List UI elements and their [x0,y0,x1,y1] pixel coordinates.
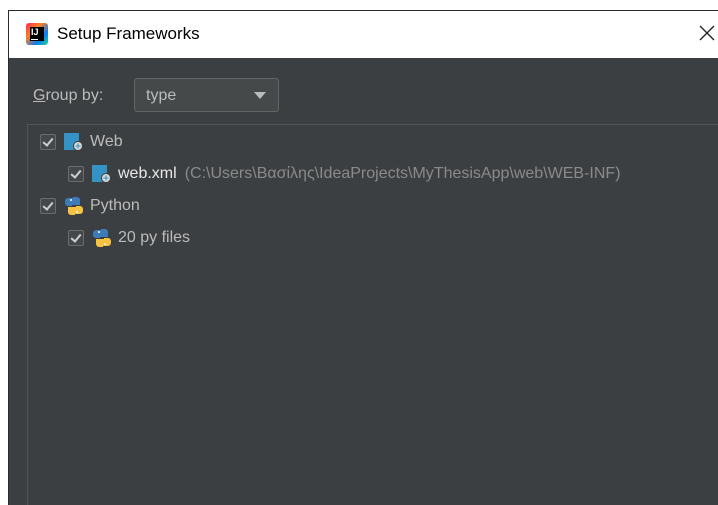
title-bar: IJ Setup Frameworks [9,11,718,58]
intellij-app-icon: IJ [26,23,48,45]
dialog-content: Group by: type Web web.xml (C:\Users\Βασ… [9,58,718,505]
app-icon-text: IJ [31,27,39,37]
python-checkbox[interactable] [40,198,56,214]
web-checkbox[interactable] [40,134,56,150]
group-by-label: Group by: [33,87,104,104]
chevron-down-icon [254,92,266,99]
tree-row-web-xml[interactable]: web.xml (C:\Users\Βασίλης\IdeaProjects\M… [68,162,621,186]
dialog-title: Setup Frameworks [57,24,200,43]
python-label: Python [90,197,140,214]
python-icon [92,228,112,248]
tree-row-py-files[interactable]: 20 py files [68,226,190,250]
frameworks-tree[interactable]: Web web.xml (C:\Users\Βασίλης\IdeaProjec… [27,124,718,505]
setup-frameworks-dialog: IJ Setup Frameworks Group by: type Web w… [0,0,718,505]
py-files-checkbox[interactable] [68,230,84,246]
group-by-select[interactable]: type [134,78,279,112]
web-xml-icon [92,164,112,184]
tree-row-python[interactable]: Python [40,194,140,218]
python-icon [64,196,84,216]
web-label: Web [90,133,123,150]
tree-row-web[interactable]: Web [40,130,123,154]
close-icon [699,25,715,41]
web-xml-checkbox[interactable] [68,166,84,182]
close-button[interactable] [693,19,718,47]
py-files-label: 20 py files [118,229,191,246]
web-framework-icon [64,132,84,152]
web-xml-path: (C:\Users\Βασίλης\IdeaProjects\MyThesisA… [184,165,621,182]
group-by-value: type [146,87,177,104]
web-xml-label: web.xml [118,165,177,182]
